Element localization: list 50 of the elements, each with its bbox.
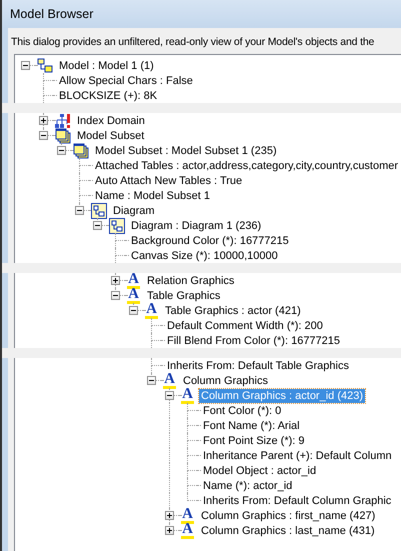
tree-item[interactable]: Index Domain xyxy=(75,114,147,128)
tree-item[interactable]: Auto Attach New Tables : True xyxy=(93,174,244,188)
tree-item[interactable]: Attached Tables : actor,address,category,city,country,customer xyxy=(93,158,400,172)
tree-item[interactable]: Model : Model 1 (1) xyxy=(57,58,156,72)
tree-item[interactable]: Inherits From: Default Column Graphic xyxy=(201,494,394,508)
expander-icon[interactable] xyxy=(165,391,174,400)
tree-item[interactable]: Relation Graphics xyxy=(145,274,236,288)
tree-item[interactable]: Column Graphics xyxy=(181,374,270,388)
tree-item[interactable]: Table Graphics xyxy=(145,288,222,302)
tree-item[interactable]: Diagram xyxy=(111,204,157,218)
tree-item[interactable]: Name : Model Subset 1 xyxy=(93,188,212,202)
tree-item[interactable]: Diagram : Diagram 1 (236) xyxy=(129,218,264,232)
expander-icon[interactable] xyxy=(93,221,102,230)
tree-item[interactable]: Column Graphics : first_name (427) xyxy=(199,508,378,522)
expander-icon[interactable] xyxy=(57,146,66,155)
expander-icon[interactable] xyxy=(129,306,138,315)
tree-item[interactable]: Model Object : actor_id xyxy=(201,464,318,478)
tree-item[interactable]: Font Name (*): Arial xyxy=(201,418,302,432)
window-title: Model Browser xyxy=(10,7,94,21)
tree-item[interactable]: Inherits From: Default Table Graphics xyxy=(165,358,351,372)
stacked-pages-icon xyxy=(55,128,71,144)
diagram-icon xyxy=(109,218,125,234)
expander-icon[interactable] xyxy=(39,131,48,140)
expander-icon[interactable] xyxy=(39,116,48,125)
expander-icon[interactable] xyxy=(111,291,120,300)
tree-item[interactable]: Model Subset xyxy=(75,128,146,142)
tree-item[interactable]: BLOCKSIZE (+): 8K xyxy=(57,88,160,102)
tree-item[interactable]: Fill Blend From Color (*): 16777215 xyxy=(165,334,342,348)
expander-icon[interactable] xyxy=(75,206,84,215)
tree-item[interactable]: Name (*): actor_id xyxy=(201,478,294,492)
tree-item[interactable]: Model Subset : Model Subset 1 (235) xyxy=(93,144,279,158)
hierarchy-icon xyxy=(55,112,71,128)
tree-item[interactable]: Font Point Size (*): 9 xyxy=(201,434,306,448)
tree-item[interactable]: Default Comment Width (*): 200 xyxy=(165,318,325,332)
tree-item[interactable]: Column Graphics : last_name (431) xyxy=(199,524,377,538)
expander-icon[interactable] xyxy=(165,526,174,535)
tree-item[interactable]: Background Color (*): 16777215 xyxy=(129,234,291,248)
tree-item[interactable]: Inheritance Parent (+): Default Column xyxy=(201,448,394,462)
tree-item[interactable]: Table Graphics : actor (421) xyxy=(163,304,303,318)
expander-icon[interactable] xyxy=(165,511,174,520)
model-icon xyxy=(37,58,53,74)
tree-item[interactable]: Allow Special Chars : False xyxy=(57,74,195,88)
expander-icon[interactable] xyxy=(21,61,30,70)
stacked-pages-icon xyxy=(73,142,89,158)
diagram-icon xyxy=(91,202,107,218)
expander-icon[interactable] xyxy=(111,276,120,285)
expander-icon[interactable] xyxy=(147,376,156,385)
tree-item[interactable]: Font Color (*): 0 xyxy=(201,404,284,418)
description-text: This dialog provides an unfiltered, read-only view of your Model's objects and the xyxy=(10,35,376,50)
tree-item[interactable]: Canvas Size (*): 10000,10000 xyxy=(129,248,280,262)
